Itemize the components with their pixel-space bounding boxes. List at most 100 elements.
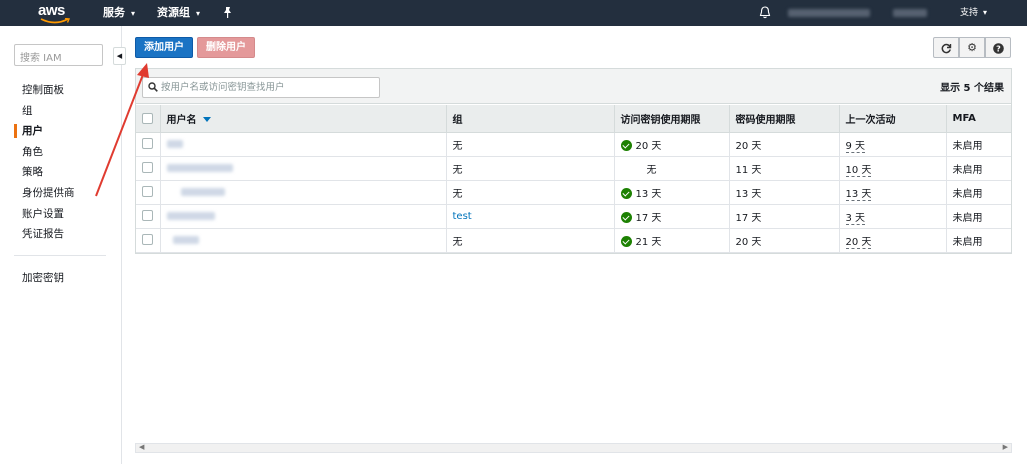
username-link-redacted[interactable] bbox=[166, 163, 233, 172]
row-select-cell bbox=[136, 204, 160, 229]
check-circle-icon bbox=[620, 236, 632, 247]
sidebar-item-groups[interactable]: 组 bbox=[0, 101, 121, 122]
services-label: 服务 bbox=[103, 6, 125, 19]
group-cell: 无 bbox=[445, 228, 614, 253]
bell-icon[interactable] bbox=[759, 6, 771, 19]
sidebar: 搜索 IAM 控制面板组用户 角色 策略 身份提供商 账户设置 凭证报告 加密密钥 bbox=[0, 26, 122, 464]
services-menu[interactable]: 服务 ▾ bbox=[103, 0, 135, 26]
sidebar-nav: 控制面板组用户 角色 策略 身份提供商 账户设置 凭证报告 bbox=[0, 80, 121, 245]
column-header-groups[interactable]: 组 bbox=[445, 105, 614, 133]
check-circle-icon bbox=[620, 188, 632, 199]
access-key-age: 20 天 bbox=[635, 140, 662, 152]
sidebar-item-dashboard[interactable]: 控制面板 bbox=[0, 80, 121, 101]
resource-groups-menu[interactable]: 资源组 ▾ bbox=[157, 0, 200, 26]
row-checkbox[interactable] bbox=[142, 210, 153, 222]
user-search-box[interactable] bbox=[142, 77, 380, 98]
search-icon bbox=[148, 82, 158, 92]
column-header-password-age[interactable]: 密码使用期限 bbox=[728, 105, 839, 133]
column-header-mfa[interactable]: MFA bbox=[945, 105, 1011, 133]
select-all-cell bbox=[136, 105, 160, 133]
group-cell: test bbox=[445, 204, 614, 229]
username-link-redacted[interactable] bbox=[180, 187, 225, 196]
username-cell bbox=[159, 156, 446, 181]
last-activity: 13 天 bbox=[845, 188, 872, 201]
row-checkbox[interactable] bbox=[142, 186, 153, 198]
username-cell bbox=[159, 228, 446, 253]
last-activity-cell: 10 天 bbox=[838, 156, 946, 181]
column-header-access-key-age[interactable]: 访问密钥使用期限 bbox=[613, 105, 729, 133]
mfa-status: 未启用 bbox=[952, 164, 983, 176]
table-row[interactable]: 无 无 11 天 10 天 未启用 bbox=[136, 156, 1011, 181]
pin-icon[interactable] bbox=[222, 7, 233, 18]
row-select-cell bbox=[136, 132, 160, 157]
delete-user-button[interactable]: 删除用户 bbox=[197, 37, 255, 58]
aws-logo-text: aws bbox=[38, 2, 65, 19]
svg-text:?: ? bbox=[996, 44, 1001, 53]
sidebar-item-policies[interactable]: 策略 bbox=[0, 162, 121, 183]
password-age: 17 天 bbox=[735, 212, 762, 224]
aws-logo[interactable]: aws bbox=[38, 2, 72, 24]
check-circle-icon bbox=[620, 212, 632, 223]
add-user-button[interactable]: 添加用户 bbox=[135, 37, 193, 58]
settings-button[interactable]: ⚙ bbox=[959, 37, 985, 58]
sidebar-item-credential-report[interactable]: 凭证报告 bbox=[0, 224, 121, 245]
sidebar-item-encryption-keys[interactable]: 加密密钥 bbox=[22, 270, 64, 285]
users-panel: 显示 5 个结果 用户名 组 访问密钥使用期限 密码使用期限 上一次活动 MFA… bbox=[135, 68, 1012, 254]
refresh-button[interactable] bbox=[933, 37, 959, 58]
group-cell: 无 bbox=[445, 156, 614, 181]
user-search-input[interactable] bbox=[161, 80, 373, 95]
group-cell: 无 bbox=[445, 132, 614, 157]
access-key-age-cell: 13 天 bbox=[613, 180, 729, 205]
support-menu[interactable]: 支持 ▾ bbox=[960, 0, 987, 26]
account-name-redacted[interactable] bbox=[788, 9, 870, 17]
caret-left-icon: ◀ bbox=[116, 52, 123, 60]
sidebar-divider bbox=[14, 255, 106, 256]
scroll-right-icon[interactable]: ▶ bbox=[1003, 443, 1008, 451]
group-cell: 无 bbox=[445, 180, 614, 205]
search-iam-input[interactable]: 搜索 IAM bbox=[14, 44, 103, 66]
group-value: 无 bbox=[452, 188, 463, 200]
mfa-cell: 未启用 bbox=[945, 228, 1011, 253]
access-key-age: 13 天 bbox=[635, 188, 662, 200]
username-link-redacted[interactable] bbox=[172, 235, 199, 244]
access-key-age: 21 天 bbox=[635, 236, 662, 248]
table-row[interactable]: 无 20 天 20 天 9 天 未启用 bbox=[136, 132, 1011, 157]
region-redacted[interactable] bbox=[893, 9, 927, 17]
sidebar-item-users[interactable]: 用户 bbox=[0, 121, 121, 142]
sidebar-item-identity-providers[interactable]: 身份提供商 bbox=[0, 183, 121, 204]
select-all-checkbox[interactable] bbox=[142, 112, 153, 124]
mfa-cell: 未启用 bbox=[945, 156, 1011, 181]
sidebar-item-account-settings[interactable]: 账户设置 bbox=[0, 204, 121, 225]
sort-descending-icon bbox=[202, 117, 211, 123]
users-table: 用户名 组 访问密钥使用期限 密码使用期限 上一次活动 MFA 无 20 天 20 … bbox=[136, 105, 1011, 253]
username-link-redacted[interactable] bbox=[166, 211, 215, 220]
column-header-last-activity[interactable]: 上一次活动 bbox=[838, 105, 946, 133]
row-select-cell bbox=[136, 156, 160, 181]
chevron-down-icon: ▾ bbox=[131, 9, 136, 18]
table-row[interactable]: 无 21 天 20 天 20 天 未启用 bbox=[136, 228, 1011, 253]
username-link-redacted[interactable] bbox=[166, 139, 183, 148]
row-checkbox[interactable] bbox=[142, 162, 153, 174]
top-navigation-bar: aws 服务 ▾ 资源组 ▾ 支持 ▾ bbox=[0, 0, 1027, 26]
password-age-cell: 20 天 bbox=[728, 132, 839, 157]
sidebar-item-roles[interactable]: 角色 bbox=[0, 142, 121, 163]
group-value[interactable]: test bbox=[453, 211, 472, 222]
refresh-icon bbox=[941, 43, 951, 53]
help-button[interactable]: ? bbox=[985, 37, 1011, 58]
row-checkbox[interactable] bbox=[142, 138, 153, 150]
mfa-cell: 未启用 bbox=[945, 180, 1011, 205]
password-age: 11 天 bbox=[735, 164, 762, 176]
table-row[interactable]: 无 13 天 13 天 13 天 未启用 bbox=[136, 180, 1011, 205]
row-checkbox[interactable] bbox=[142, 234, 153, 246]
access-key-age-cell: 无 bbox=[613, 156, 729, 181]
horizontal-scrollbar[interactable]: ◀ ▶ bbox=[135, 443, 1012, 453]
table-row[interactable]: test 17 天 17 天 3 天 未启用 bbox=[136, 204, 1011, 229]
username-cell bbox=[159, 132, 446, 157]
last-activity: 9 天 bbox=[845, 140, 866, 153]
last-activity: 10 天 bbox=[845, 164, 872, 177]
collapse-sidebar-button[interactable]: ◀ bbox=[113, 47, 126, 65]
column-header-username[interactable]: 用户名 bbox=[159, 105, 446, 133]
scroll-left-icon[interactable]: ◀ bbox=[139, 443, 144, 451]
password-age-cell: 20 天 bbox=[728, 228, 839, 253]
aws-smile-icon bbox=[40, 18, 70, 24]
